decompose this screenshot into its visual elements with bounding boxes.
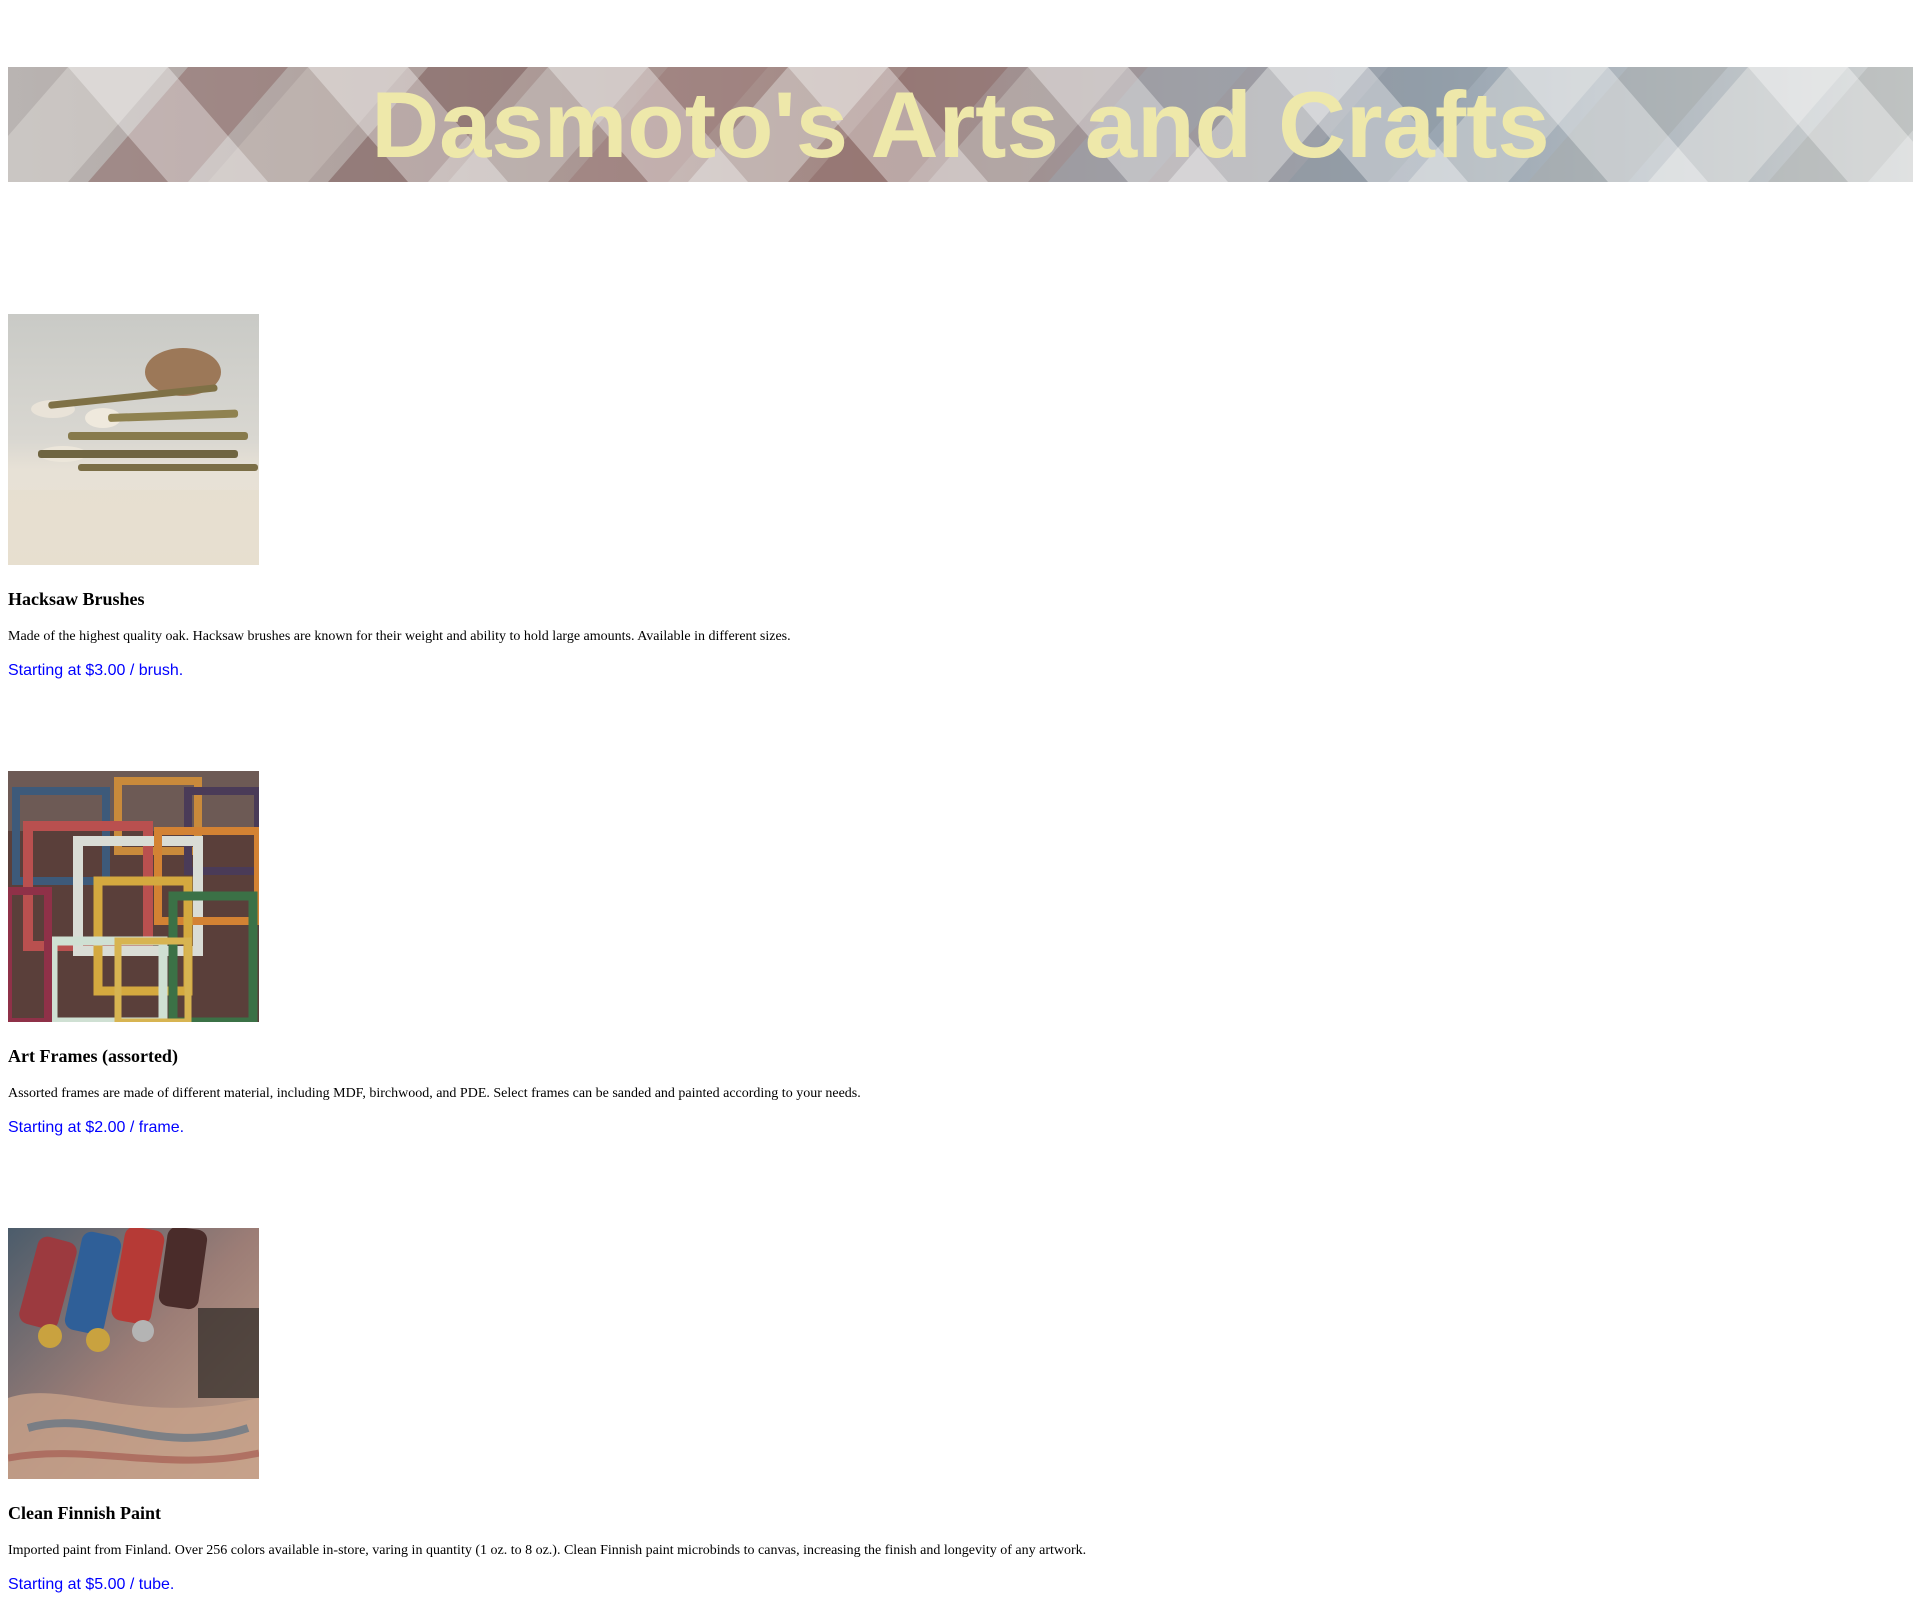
product-section-frames: Art Frames (assorted) Assorted frames ar… bbox=[8, 771, 1808, 1136]
product-price: Starting at $3.00 / brush. bbox=[8, 662, 184, 679]
page: Dasmoto's Arts and Crafts Hacksaw Brushe… bbox=[0, 0, 1920, 1605]
product-image-paint bbox=[8, 1228, 259, 1479]
product-section-brushes: Hacksaw Brushes Made of the highest qual… bbox=[8, 314, 1808, 679]
site-title: Dasmoto's Arts and Crafts bbox=[371, 72, 1550, 177]
product-price: Starting at $2.00 / frame. bbox=[8, 1119, 185, 1136]
paint-photo bbox=[8, 1228, 259, 1479]
product-description: Made of the highest quality oak. Hacksaw… bbox=[8, 629, 791, 644]
product-description: Assorted frames are made of different ma… bbox=[8, 1086, 861, 1101]
product-description: Imported paint from Finland. Over 256 co… bbox=[8, 1543, 1087, 1558]
frames-photo bbox=[8, 771, 259, 1022]
product-image-brushes bbox=[8, 314, 259, 565]
product-image-frames bbox=[8, 771, 259, 1022]
product-name: Hacksaw Brushes bbox=[8, 589, 145, 609]
product-section-paint: Clean Finnish Paint Imported paint from … bbox=[8, 1228, 1808, 1593]
brushes-photo bbox=[8, 314, 259, 565]
product-price: Starting at $5.00 / tube. bbox=[8, 1576, 175, 1593]
product-name: Clean Finnish Paint bbox=[8, 1503, 162, 1523]
header-banner: Dasmoto's Arts and Crafts bbox=[8, 67, 1913, 182]
product-name: Art Frames (assorted) bbox=[8, 1046, 178, 1066]
